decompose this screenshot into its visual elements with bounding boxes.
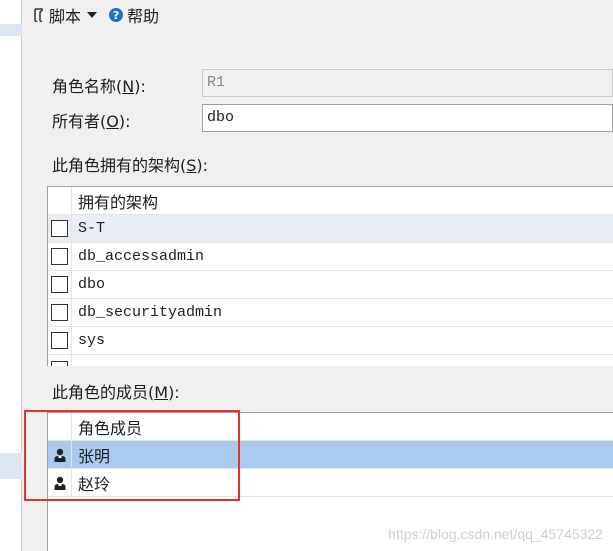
explorer-selection (0, 453, 22, 479)
script-button[interactable]: 脚本 (32, 3, 98, 27)
schema-checkbox[interactable] (51, 304, 68, 321)
schema-name: dbo (78, 276, 106, 293)
toolbar: 脚本 ? 帮助 (22, 0, 613, 30)
schema-row[interactable]: db_securityadmin (48, 299, 613, 327)
object-explorer-edge (0, 0, 22, 551)
role-name-input[interactable]: R1 (202, 69, 613, 97)
schema-checkbox[interactable] (51, 332, 68, 349)
schema-checkbox[interactable] (51, 276, 68, 293)
role-members-label: 此角色的成员(M): (52, 383, 180, 402)
schema-row[interactable]: S-T (48, 215, 613, 243)
script-icon (34, 8, 43, 23)
schema-checkbox[interactable] (51, 220, 68, 237)
schema-checkbox[interactable] (51, 361, 68, 366)
schema-checkbox[interactable] (51, 248, 68, 265)
dropdown-arrow-icon[interactable] (87, 11, 98, 19)
schema-name: db_securityadmin (78, 304, 223, 321)
owner-input[interactable]: dbo (202, 104, 613, 132)
owned-schemas-label: 此角色拥有的架构(S): (52, 156, 209, 175)
schema-name: sys (78, 332, 106, 349)
watermark-text: https://blog.csdn.net/qq_45745322 (388, 526, 603, 542)
column-header-owned-schemas: 拥有的架构 (78, 192, 159, 212)
owner-label: 所有者(O): (52, 112, 131, 131)
schema-name: db_accessadmin (78, 248, 205, 265)
help-label: 帮助 (127, 7, 160, 26)
schema-row[interactable]: dbo (48, 271, 613, 299)
schema-row[interactable]: sys (48, 327, 613, 355)
help-icon: ? (109, 8, 124, 22)
annotation-highlight-box (24, 410, 240, 501)
explorer-selection (0, 24, 22, 36)
schema-name: S-T (78, 220, 106, 237)
schema-row[interactable]: db_accessadmin (48, 243, 613, 271)
owned-schemas-grid: 拥有的架构 S-T db_accessadmin dbo db_security… (47, 186, 613, 366)
role-name-label: 角色名称(N): (52, 77, 146, 96)
grid-header: 拥有的架构 (48, 187, 613, 215)
schema-row-partial[interactable] (48, 355, 613, 366)
help-button[interactable]: ? 帮助 (109, 3, 159, 27)
script-label: 脚本 (49, 7, 82, 26)
